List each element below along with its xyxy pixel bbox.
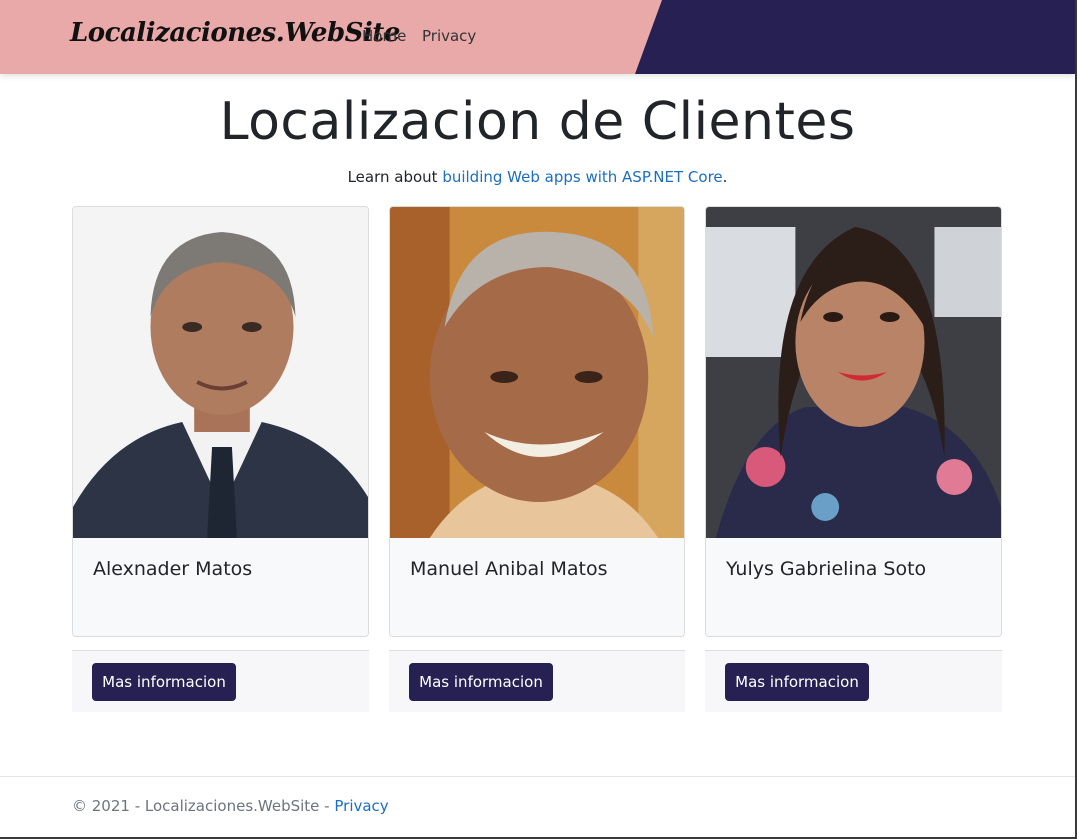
client-card: Yulys Gabrielina Soto <box>705 206 1002 637</box>
nav-link-privacy[interactable]: Privacy <box>422 27 476 45</box>
client-card: Manuel Anibal Matos <box>389 206 685 637</box>
client-name: Manuel Anibal Matos <box>410 558 608 580</box>
card-footer: Mas informacion <box>389 650 685 712</box>
client-name: Yulys Gabrielina Soto <box>726 558 927 580</box>
client-photo <box>73 207 368 538</box>
client-card: Alexnader Matos <box>72 206 369 637</box>
client-photo <box>706 207 1001 538</box>
card-footer: Mas informacion <box>72 650 369 712</box>
lead-prefix: Learn about <box>347 168 443 186</box>
client-photo <box>390 207 684 538</box>
card-footer: Mas informacion <box>705 650 1002 712</box>
nav-link-home[interactable]: Home <box>362 27 406 45</box>
more-info-button[interactable]: Mas informacion <box>92 663 236 701</box>
lead-text: Learn about building Web apps with ASP.N… <box>0 168 1075 186</box>
more-info-button[interactable]: Mas informacion <box>409 663 553 701</box>
brand-logo-link[interactable]: Localizaciones.WebSite <box>70 18 400 48</box>
lead-suffix: . <box>722 168 728 186</box>
footer-copyright: © 2021 - Localizaciones.WebSite - <box>72 797 335 815</box>
more-info-button[interactable]: Mas informacion <box>725 663 869 701</box>
navbar: Localizaciones.WebSite Home Privacy <box>0 0 1075 74</box>
client-name: Alexnader Matos <box>93 558 253 580</box>
page-title: Localizacion de Clientes <box>219 92 856 152</box>
footer: © 2021 - Localizaciones.WebSite - Privac… <box>72 797 389 815</box>
footer-privacy-link[interactable]: Privacy <box>334 797 388 815</box>
aspnet-docs-link[interactable]: building Web apps with ASP.NET Core <box>442 168 722 186</box>
footer-divider <box>0 776 1075 777</box>
